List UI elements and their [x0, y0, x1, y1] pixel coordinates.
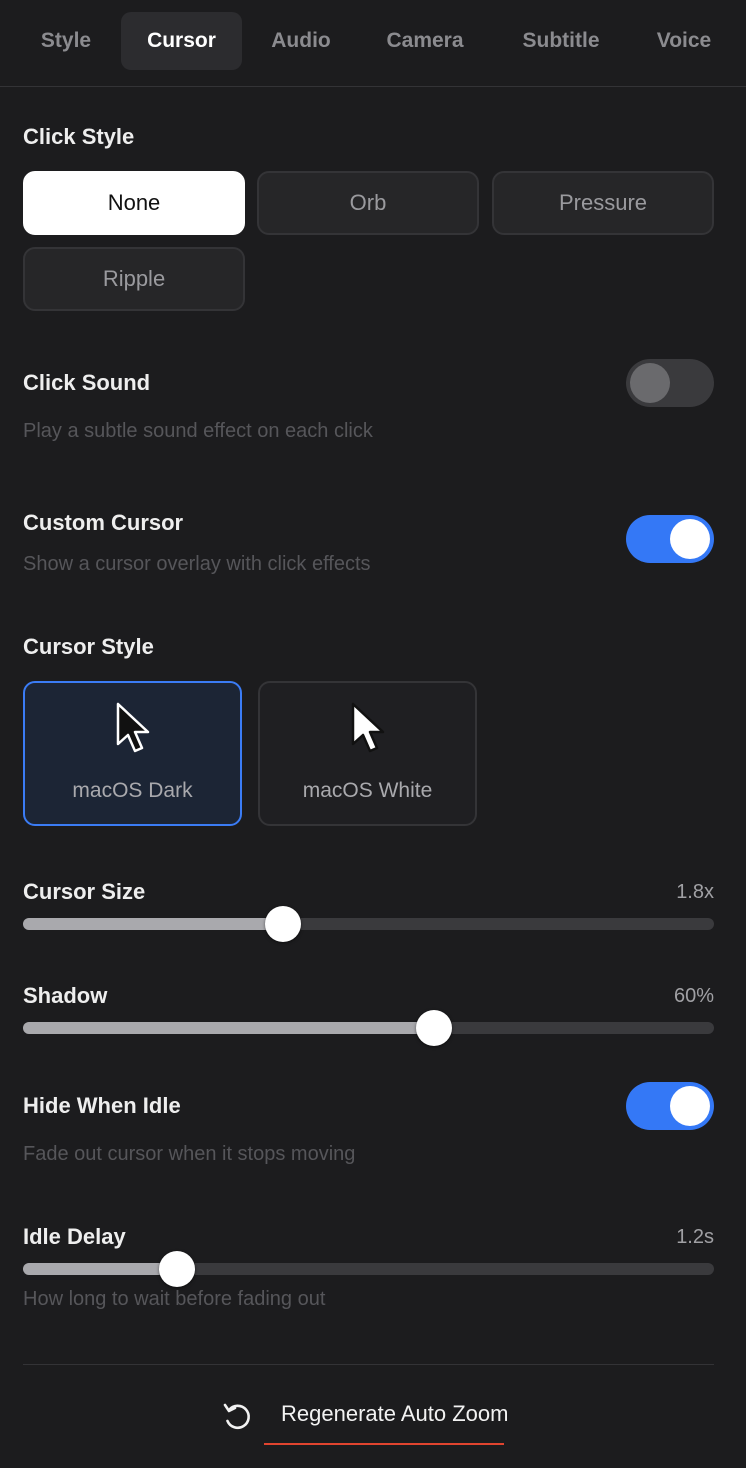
tab-cursor[interactable]: Cursor	[121, 12, 242, 70]
footer-divider	[23, 1364, 714, 1365]
regenerate-auto-zoom-label: Regenerate Auto Zoom	[281, 1401, 509, 1426]
accent-underline	[264, 1443, 504, 1445]
idle-delay-description: How long to wait before fading out	[23, 1288, 326, 1310]
click-sound-label: Click Sound	[23, 370, 151, 395]
idle-delay-slider[interactable]	[23, 1251, 714, 1287]
shadow-label: Shadow	[23, 983, 108, 1008]
tab-bar: Style Cursor Audio Camera Subtitle Voice	[0, 0, 746, 87]
tab-audio[interactable]: Audio	[253, 12, 349, 70]
cursor-arrow-black-icon	[116, 702, 150, 753]
hide-when-idle-toggle[interactable]	[626, 1082, 714, 1130]
hide-when-idle-description: Fade out cursor when it stops moving	[23, 1143, 356, 1165]
slider-thumb[interactable]	[416, 1010, 453, 1046]
click-style-pressure-button[interactable]: Pressure	[492, 171, 714, 235]
cursor-style-label: Cursor Style	[23, 634, 154, 659]
click-style-none-button[interactable]: None	[23, 171, 245, 235]
click-sound-toggle[interactable]	[626, 359, 714, 407]
slider-thumb[interactable]	[159, 1251, 196, 1287]
tab-subtitle[interactable]: Subtitle	[502, 12, 620, 70]
slider-fill	[23, 1263, 178, 1275]
cursor-size-value: 1.8x	[676, 881, 714, 903]
cursor-style-macos-white-card[interactable]: macOS White	[258, 681, 477, 826]
refresh-icon	[223, 1403, 250, 1430]
slider-track	[23, 1022, 714, 1034]
slider-thumb[interactable]	[264, 906, 301, 942]
slider-track	[23, 918, 714, 930]
toggle-knob	[670, 1086, 710, 1126]
click-style-label: Click Style	[23, 124, 135, 149]
cursor-style-macos-dark-card[interactable]: macOS Dark	[23, 681, 242, 826]
tab-camera[interactable]: Camera	[370, 12, 480, 70]
shadow-value: 60%	[673, 985, 714, 1007]
hide-when-idle-label: Hide When Idle	[23, 1093, 181, 1118]
custom-cursor-toggle[interactable]	[626, 515, 714, 563]
custom-cursor-label: Custom Cursor	[23, 510, 184, 535]
cursor-style-caption: macOS Dark	[72, 779, 193, 802]
click-style-orb-button[interactable]: Orb	[257, 171, 479, 235]
tab-voice[interactable]: Voice	[640, 12, 728, 70]
click-style-ripple-button[interactable]: Ripple	[23, 247, 245, 311]
cursor-size-label: Cursor Size	[23, 879, 146, 904]
shadow-slider[interactable]	[23, 1010, 714, 1046]
toggle-knob	[630, 363, 670, 403]
cursor-arrow-white-icon	[351, 702, 385, 753]
click-sound-description: Play a subtle sound effect on each click	[23, 420, 373, 442]
cursor-size-slider[interactable]	[23, 906, 714, 942]
custom-cursor-description: Show a cursor overlay with click effects	[23, 553, 371, 575]
slider-fill	[23, 918, 283, 930]
toggle-knob	[670, 519, 710, 559]
slider-track	[23, 1263, 714, 1275]
tab-style[interactable]: Style	[22, 12, 110, 70]
slider-fill	[23, 1022, 435, 1034]
cursor-style-caption: macOS White	[302, 779, 433, 802]
idle-delay-label: Idle Delay	[23, 1224, 126, 1249]
idle-delay-value: 1.2s	[676, 1226, 714, 1248]
